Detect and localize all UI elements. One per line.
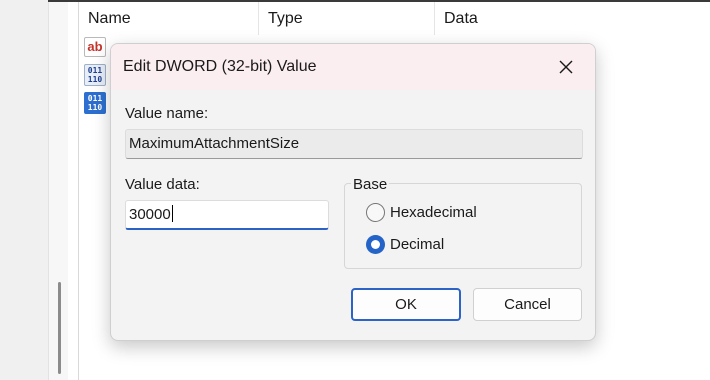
value-data-input[interactable]: 30000	[125, 200, 329, 230]
binary-value-icon: 011 110	[84, 64, 106, 86]
column-header-data[interactable]: Data	[435, 2, 710, 35]
radio-decimal-label: Decimal	[390, 235, 445, 253]
ok-button[interactable]: OK	[351, 288, 461, 321]
value-name-field: MaximumAttachmentSize	[125, 129, 583, 159]
base-group	[344, 183, 582, 269]
tree-scrollbar[interactable]	[58, 282, 61, 374]
close-button[interactable]	[537, 44, 595, 90]
values-list-header: Name Type Data	[79, 2, 710, 35]
value-name-label: Value name:	[125, 105, 209, 122]
list-item[interactable]: 011 110	[84, 92, 108, 116]
cancel-button[interactable]: Cancel	[473, 288, 582, 321]
list-item[interactable]: 011 110	[84, 64, 108, 88]
dialog-titlebar[interactable]: Edit DWORD (32-bit) Value	[111, 44, 595, 90]
column-header-name[interactable]: Name	[79, 2, 259, 35]
edit-dword-dialog: Edit DWORD (32-bit) Value Value name: Ma…	[110, 43, 596, 341]
background-left-strip	[0, 0, 48, 380]
value-data-text: 30000	[129, 206, 171, 223]
value-data-label: Value data:	[125, 176, 200, 193]
binary-value-icon: 011 110	[84, 92, 106, 114]
radio-hexadecimal[interactable]: Hexadecimal	[366, 201, 477, 223]
list-item[interactable]: ab	[84, 37, 108, 61]
radio-checked-icon[interactable]	[366, 234, 385, 254]
string-value-icon: ab	[84, 37, 106, 57]
pane-divider[interactable]	[78, 0, 79, 380]
close-icon	[559, 60, 573, 74]
base-label: Base	[351, 176, 390, 193]
radio-decimal[interactable]: Decimal	[366, 233, 444, 255]
text-caret	[171, 205, 173, 222]
column-header-type[interactable]: Type	[259, 2, 435, 35]
radio-unchecked-icon[interactable]	[366, 202, 385, 222]
dialog-title: Edit DWORD (32-bit) Value	[123, 58, 317, 75]
radio-hexadecimal-label: Hexadecimal	[390, 203, 477, 221]
